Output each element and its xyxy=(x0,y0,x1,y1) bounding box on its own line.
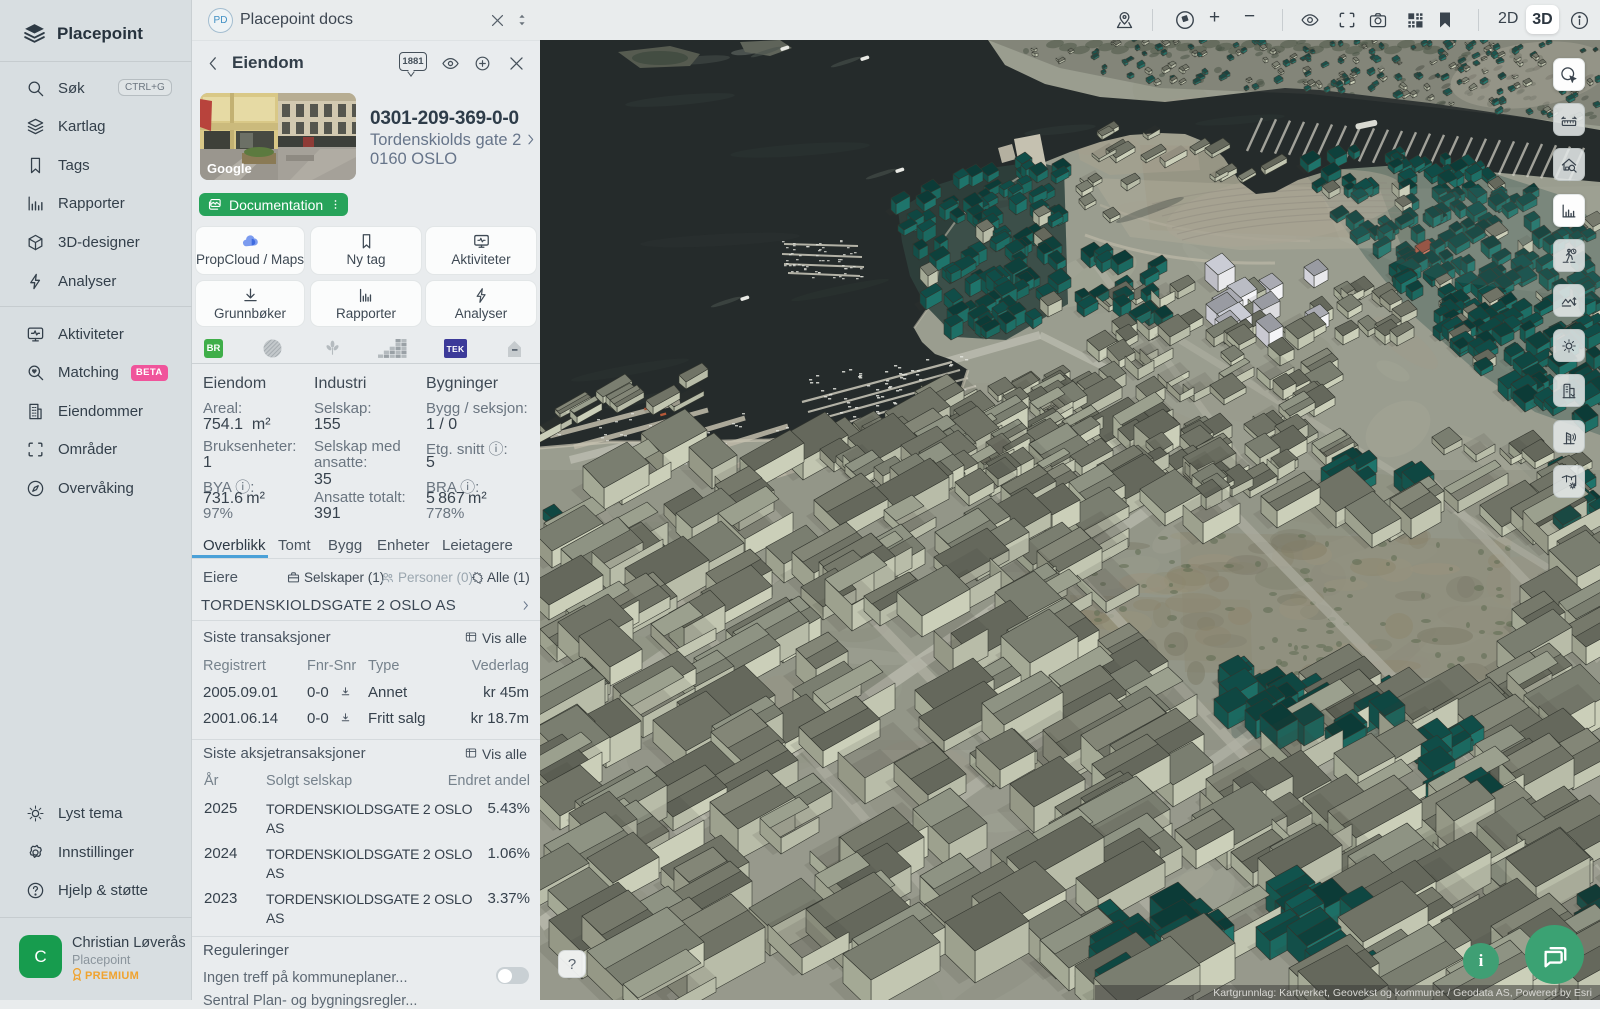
svg-text:Kartgrunnlag: Kartverket, Geov: Kartgrunnlag: Kartverket, Geovekst og ko… xyxy=(1213,987,1592,999)
